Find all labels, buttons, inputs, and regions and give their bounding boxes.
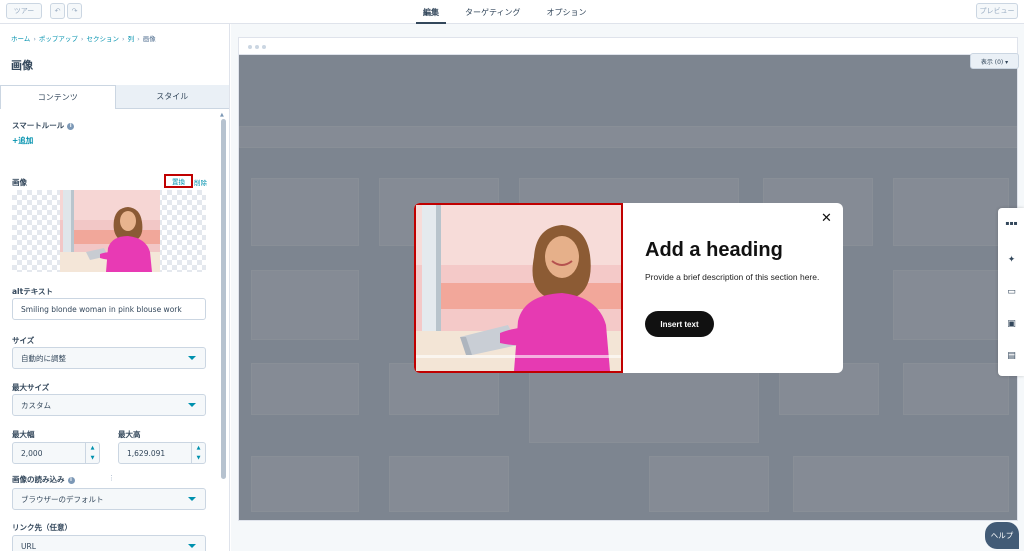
background-card	[529, 363, 759, 443]
max-height-label: 最大高	[118, 430, 141, 439]
info-icon[interactable]: i	[67, 122, 75, 130]
info-icon[interactable]: i	[67, 476, 75, 484]
max-width-stepper[interactable]: ▲ ▼	[85, 443, 99, 463]
popup-description[interactable]: Provide a brief description of this sect…	[645, 272, 825, 283]
max-height-value: 1,629.091	[127, 448, 166, 458]
tab-targeting[interactable]: ターゲティング	[452, 0, 534, 24]
tab-edit[interactable]: 編集	[410, 0, 452, 24]
image-loading-label: 画像の読み込み i	[12, 474, 75, 485]
editor-tabs: 編集 ターゲティング オプション	[410, 0, 600, 24]
calendar-icon[interactable]: ▤	[1006, 350, 1017, 361]
size-label: サイズ	[12, 336, 35, 345]
popup-preview[interactable]: ✕ Add a heading Provide a brief descript…	[414, 203, 843, 373]
breadcrumb-popup[interactable]: ポップアップ	[39, 35, 78, 43]
chevron-down-icon	[188, 403, 196, 407]
size-select[interactable]: 自動的に調整	[12, 347, 206, 369]
panel-scrollbar[interactable]	[221, 119, 226, 479]
background-card	[793, 456, 1009, 512]
background-card	[389, 456, 509, 512]
background-card	[251, 363, 359, 415]
help-button[interactable]: ヘルプ	[985, 522, 1019, 549]
woman-photo-thumbnail	[60, 190, 160, 272]
background-card	[893, 178, 1009, 246]
page-background-band	[239, 126, 1017, 148]
max-height-input[interactable]: 1,629.091 ▲ ▼	[118, 442, 206, 464]
max-width-label: 最大幅	[12, 430, 35, 439]
breadcrumb-section[interactable]: セクション	[87, 35, 120, 43]
scroll-up-arrow-icon[interactable]: ▲	[220, 112, 224, 118]
tab-style[interactable]: スタイル	[115, 85, 229, 109]
breadcrumb: ホーム › ポップアップ › セクション › 列 › 画像	[11, 33, 156, 43]
image-loading-select[interactable]: ブラウザーのデフォルト	[12, 488, 206, 510]
background-card	[251, 456, 359, 512]
popup-heading[interactable]: Add a heading	[645, 239, 783, 262]
undo-icon[interactable]: ↶	[50, 3, 65, 19]
breadcrumb-separator: ›	[33, 35, 36, 43]
page-title: 画像	[11, 59, 33, 72]
window-dot	[262, 45, 266, 49]
alt-text-input[interactable]: Smiling blonde woman in pink blouse work	[12, 298, 206, 320]
window-dot	[255, 45, 259, 49]
chevron-down-icon	[188, 497, 196, 501]
drag-handle-icon[interactable]: ▪▪▪	[1005, 218, 1017, 229]
alt-text-value: Smiling blonde woman in pink blouse work	[21, 304, 182, 314]
add-smart-rule-link[interactable]: +追加	[12, 135, 33, 146]
top-bar: ツアー ↶ ↷ 編集 ターゲティング オプション プレビュー	[0, 0, 1024, 24]
max-height-stepper[interactable]: ▲ ▼	[191, 443, 205, 463]
sparkle-icon[interactable]: ✦	[1006, 254, 1017, 265]
max-size-select-value: カスタム	[21, 400, 51, 410]
tour-button[interactable]: ツアー	[6, 3, 42, 19]
breadcrumb-separator: ›	[137, 35, 140, 43]
popup-image[interactable]	[414, 203, 623, 373]
breadcrumb-separator: ›	[80, 35, 84, 43]
redo-icon[interactable]: ↷	[67, 3, 82, 19]
chevron-down-icon[interactable]: ▼	[91, 455, 95, 461]
breadcrumb-separator: ›	[122, 35, 125, 43]
background-card	[649, 456, 769, 512]
chevron-up-icon[interactable]: ▲	[197, 445, 201, 451]
close-icon[interactable]: ✕	[821, 211, 832, 226]
view-dropdown-button[interactable]: 表示 (0) ▾	[970, 53, 1019, 69]
background-card	[251, 270, 359, 340]
replace-image-button[interactable]: 置換	[164, 174, 193, 188]
preview-button[interactable]: プレビュー	[976, 3, 1018, 19]
chevron-down-icon	[188, 356, 196, 360]
smart-rules-label: スマートルール i	[12, 120, 75, 131]
right-toolbar: ▪▪▪ ✦ ▭ ▣ ▤	[998, 208, 1024, 376]
preview-frame-bar	[239, 38, 1017, 55]
breadcrumb-column[interactable]: 列	[128, 35, 135, 43]
chevron-down-icon	[188, 544, 196, 548]
breadcrumb-current: 画像	[142, 35, 156, 43]
max-width-input[interactable]: 2,000 ▲ ▼	[12, 442, 100, 464]
tab-options[interactable]: オプション	[534, 0, 600, 24]
max-size-label: 最大サイズ	[12, 383, 50, 392]
chevron-down-icon[interactable]: ▼	[197, 455, 201, 461]
breadcrumb-home[interactable]: ホーム	[11, 35, 30, 43]
link-ratio-icon[interactable]: ⋮	[108, 474, 115, 482]
tab-content[interactable]: コンテンツ	[0, 85, 116, 109]
module-settings-panel: ホーム › ポップアップ › セクション › 列 › 画像 画像 コンテンツ スタイル ▲ スマ…	[0, 24, 230, 551]
chevron-up-icon[interactable]: ▲	[91, 445, 95, 451]
image-label: 画像	[12, 178, 27, 187]
comment-icon[interactable]: ▭	[1006, 286, 1017, 297]
popup-cta-button[interactable]: Insert text	[645, 311, 714, 337]
window-dot	[248, 45, 252, 49]
alt-text-label: altテキスト	[12, 287, 53, 296]
delete-image-button[interactable]: 削除	[194, 177, 207, 187]
max-size-select[interactable]: カスタム	[12, 394, 206, 416]
link-type-select-value: URL	[21, 541, 36, 551]
image-preview[interactable]	[12, 190, 206, 272]
panel-tabs: コンテンツ スタイル	[0, 85, 229, 109]
background-card	[893, 270, 1009, 340]
image-loading-select-value: ブラウザーのデフォルト	[21, 494, 104, 504]
max-width-value: 2,000	[21, 448, 43, 458]
link-type-select[interactable]: URL	[12, 535, 206, 551]
size-select-value: 自動的に調整	[21, 353, 66, 363]
background-card	[251, 178, 359, 246]
window-icon[interactable]: ▣	[1006, 318, 1017, 329]
link-label: リンク先（任意）	[12, 523, 72, 532]
background-card	[903, 363, 1009, 415]
